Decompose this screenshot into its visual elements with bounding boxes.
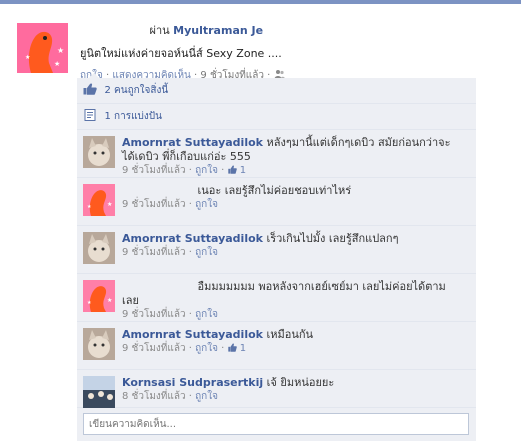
svg-text:★: ★ (25, 54, 30, 61)
comment-author-link[interactable]: Amornrat Suttayadilok (122, 136, 263, 149)
comment-meta: 9 ชั่วโมงที่แล้ว · ถูกใจ (122, 199, 218, 210)
comment-like-link[interactable]: ถูกใจ (195, 199, 218, 210)
comment-item: Amornrat Suttayadilok เหมือนกัน 9 ชั่วโม… (77, 322, 476, 370)
dinosaur-avatar-icon: ★ ★ ★ (17, 23, 68, 73)
dinosaur-avatar-icon: ★ ★ (83, 280, 115, 312)
svg-text:★: ★ (87, 300, 92, 306)
comment-body: Amornrat Suttayadilok เหมือนกัน 9 ชั่วโม… (122, 328, 462, 356)
commenter-avatar[interactable] (83, 136, 115, 168)
comment-timestamp[interactable]: 9 ชั่วโมงที่แล้ว (122, 247, 186, 258)
comment-item: Kornsasi Sudprasertkij เจ้ ยิมหน่อยยะ 8 … (77, 370, 476, 408)
commenter-avatar[interactable]: ★ ★ (83, 184, 115, 216)
shares-summary-text[interactable]: 1 การแบ่งปัน (105, 111, 162, 122)
comment-like-count-thumb-icon[interactable] (227, 165, 237, 174)
top-bar (0, 0, 521, 4)
comment-timestamp[interactable]: 9 ชั่วโมงที่แล้ว (122, 343, 186, 354)
comment-timestamp[interactable]: 9 ชั่วโมงที่แล้ว (122, 199, 186, 210)
post-header: ผ่าน Myultraman Je ยูนิตใหม่แห่งค่ายจอห์… (80, 21, 500, 83)
write-comment-input[interactable] (83, 413, 469, 435)
comment-item: Amornrat Suttayadilok หลังๆมานี้แต่เด็กๆ… (77, 130, 476, 178)
comment-text: เนอะ เลยรู้สึกไม่ค่อยชอบเท่าไหร่ (197, 184, 352, 197)
comment-text: เจ้ ยิมหน่อยยะ (266, 376, 335, 389)
comment-item: ★ ★ อืมมมมมมม พอหลังจากเฮย์เซย์มา เลยไม่… (77, 274, 476, 322)
comment-item: ★ ★ เนอะ เลยรู้สึกไม่ค่อยชอบเท่าไหร่ 9 ช… (77, 178, 476, 226)
cat-photo-avatar-icon (83, 136, 115, 168)
comment-like-link[interactable]: ถูกใจ (195, 309, 218, 320)
svg-text:★: ★ (57, 46, 64, 55)
photo-avatar-icon (83, 376, 115, 408)
comment-author-link[interactable]: Kornsasi Sudprasertkij (122, 376, 263, 389)
comment-body: Amornrat Suttayadilok เร็วเกินไปมั้ง เลย… (122, 232, 462, 260)
comment-like-link[interactable]: ถูกใจ (195, 343, 218, 354)
commenter-avatar[interactable] (83, 232, 115, 264)
comment-timestamp[interactable]: 9 ชั่วโมงที่แล้ว (122, 165, 186, 176)
likes-summary-text[interactable]: 2 คนถูกใจสิ่งนี้ (105, 85, 169, 96)
comment-meta: 9 ชั่วโมงที่แล้ว · ถูกใจ (122, 309, 218, 320)
comment-like-link[interactable]: ถูกใจ (195, 391, 218, 402)
comment-body: Kornsasi Sudprasertkij เจ้ ยิมหน่อยยะ 8 … (122, 376, 462, 404)
comment-like-count-thumb-icon[interactable] (227, 343, 237, 352)
thumbs-up-icon (83, 83, 97, 95)
shares-summary-row[interactable]: 1 การแบ่งปัน (77, 104, 476, 130)
commenter-avatar[interactable] (83, 328, 115, 360)
comment-like-link[interactable]: ถูกใจ (195, 247, 218, 258)
comment-body: Amornrat Suttayadilok หลังๆมานี้แต่เด็กๆ… (122, 136, 462, 178)
svg-text:★: ★ (87, 204, 92, 210)
comment-meta: 9 ชั่วโมงที่แล้ว · ถูกใจ · 1 (122, 343, 247, 354)
likes-summary-row[interactable]: 2 คนถูกใจสิ่งนี้ (77, 78, 476, 104)
svg-text:★: ★ (107, 297, 112, 304)
comment-meta: 9 ชั่วโมงที่แล้ว · ถูกใจ · 1 (122, 165, 247, 176)
comment-author-link[interactable]: Amornrat Suttayadilok (122, 328, 263, 341)
post-text: ยูนิตใหม่แห่งค่ายจอห์นนี่ส์ Sexy Zone ..… (80, 47, 282, 60)
feedback-panel: 2 คนถูกใจสิ่งนี้ 1 การแบ่งปัน Amornrat S… (77, 73, 476, 441)
comment-text: เร็วเกินไปมั้ง เลยรู้สึกแปลกๆ (266, 232, 399, 245)
cat-photo-avatar-icon (83, 328, 115, 360)
comment-like-count[interactable]: 1 (240, 165, 246, 176)
comment-body: อืมมมมมมม พอหลังจากเฮย์เซย์มา เลยไม่ค่อย… (122, 280, 462, 322)
comment-author-link[interactable]: Amornrat Suttayadilok (122, 232, 263, 245)
comment-like-link[interactable]: ถูกใจ (195, 165, 218, 176)
redacted-author (80, 24, 146, 34)
redacted-author (122, 281, 194, 290)
comment-text-line2: ได้เดบิว พี่ก็เกือบแก่อ่ะ 555 (122, 150, 251, 163)
comment-text-line1: หลังๆมานี้แต่เด็กๆเดบิว สมัยก่อนกว่าจะ (266, 136, 451, 149)
comment-meta: 9 ชั่วโมงที่แล้ว · ถูกใจ (122, 247, 218, 258)
commenter-avatar[interactable]: ★ ★ (83, 280, 115, 312)
comment-timestamp[interactable]: 9 ชั่วโมงที่แล้ว (122, 309, 186, 320)
via-prefix: ผ่าน (149, 24, 170, 37)
svg-text:★: ★ (54, 60, 60, 68)
via-page-link[interactable]: Myultraman Je (173, 24, 263, 37)
comment-text: เหมือนกัน (266, 328, 314, 341)
comment-meta: 8 ชั่วโมงที่แล้ว · ถูกใจ (122, 391, 218, 402)
dinosaur-avatar-icon: ★ ★ (83, 184, 115, 216)
write-comment-row (77, 408, 476, 441)
post-via-line: ผ่าน Myultraman Je (80, 21, 500, 39)
commenter-avatar[interactable] (83, 376, 115, 408)
comment-like-count[interactable]: 1 (240, 343, 246, 354)
panel-caret (89, 73, 99, 78)
share-document-icon (84, 109, 96, 121)
svg-text:★: ★ (107, 201, 112, 208)
post-author-avatar[interactable]: ★ ★ ★ (17, 23, 68, 73)
cat-photo-avatar-icon (83, 232, 115, 264)
comment-body: เนอะ เลยรู้สึกไม่ค่อยชอบเท่าไหร่ 9 ชั่วโ… (122, 184, 462, 212)
comment-item: Amornrat Suttayadilok เร็วเกินไปมั้ง เลย… (77, 226, 476, 274)
redacted-author (122, 185, 194, 194)
comment-timestamp[interactable]: 8 ชั่วโมงที่แล้ว (122, 391, 186, 402)
